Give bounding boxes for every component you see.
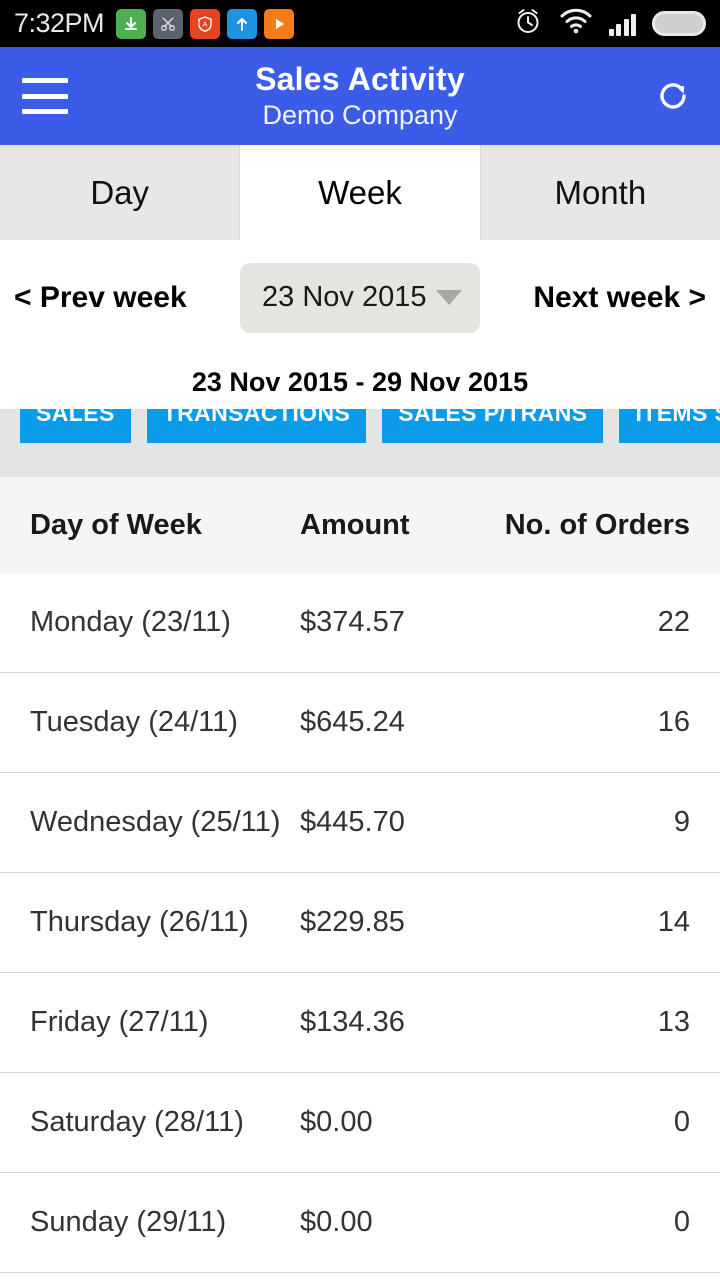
metric-chip-items-sold[interactable]: ITEMS SOLD <box>619 409 720 443</box>
period-tabs: Day Week Month <box>0 145 720 240</box>
cell-amount: $134.36 <box>300 1006 405 1038</box>
cell-orders: 13 <box>657 1006 690 1038</box>
table-row[interactable]: Tuesday (24/11) $645.24 16 <box>0 673 720 773</box>
cell-amount: $645.24 <box>300 706 405 738</box>
metric-chip-sales-per-trans[interactable]: SALES P/TRANS <box>382 409 604 443</box>
scissors-icon <box>153 8 184 39</box>
cell-orders: 22 <box>657 606 690 638</box>
cell-orders: 0 <box>673 1106 690 1138</box>
wifi-icon <box>559 8 593 39</box>
sales-table: Day of Week Amount No. of Orders Monday … <box>0 477 720 1273</box>
metric-chips-bar: SALES TRANSACTIONS SALES P/TRANS ITEMS S… <box>0 409 720 477</box>
play-icon <box>264 8 295 39</box>
chevron-down-icon <box>436 290 463 305</box>
page-title: Sales Activity <box>255 61 465 98</box>
signal-icon <box>608 12 636 36</box>
svg-text:A: A <box>203 21 208 28</box>
date-select-value: 23 Nov 2015 <box>262 281 427 313</box>
cell-amount: $374.57 <box>300 606 405 638</box>
cell-amount: $0.00 <box>300 1206 373 1238</box>
metric-chip-transactions[interactable]: TRANSACTIONS <box>146 409 367 443</box>
column-header-amount: Amount <box>300 508 410 541</box>
table-row[interactable]: Sunday (29/11) $0.00 0 <box>0 1173 720 1273</box>
cell-day: Friday (27/11) <box>30 1006 209 1038</box>
table-row[interactable]: Thursday (26/11) $229.85 14 <box>0 873 720 973</box>
date-range-label: 23 Nov 2015 - 29 Nov 2015 <box>0 355 720 409</box>
cell-day: Sunday (29/11) <box>30 1206 227 1238</box>
hamburger-icon[interactable] <box>22 78 68 114</box>
refresh-icon[interactable] <box>648 71 698 121</box>
tab-month[interactable]: Month <box>480 145 720 240</box>
cell-amount: $0.00 <box>300 1106 373 1138</box>
cell-day: Wednesday (25/11) <box>30 806 281 838</box>
cell-day: Thursday (26/11) <box>30 906 249 938</box>
cell-day: Saturday (28/11) <box>30 1106 244 1138</box>
table-header-row: Day of Week Amount No. of Orders <box>0 477 720 573</box>
metric-chip-sales[interactable]: SALES <box>20 409 131 443</box>
status-notification-icons: A <box>116 8 295 39</box>
table-row[interactable]: Wednesday (25/11) $445.70 9 <box>0 773 720 873</box>
status-system-icons <box>513 0 706 47</box>
battery-icon <box>652 11 706 36</box>
download-icon <box>116 8 147 39</box>
cell-orders: 0 <box>673 1206 690 1238</box>
upload-icon <box>227 8 258 39</box>
status-time: 7:32PM <box>14 8 105 38</box>
app-title-block: Sales Activity Demo Company <box>255 61 465 130</box>
date-navigation: < Prev week 23 Nov 2015 Next week > <box>0 240 720 355</box>
cell-orders: 16 <box>657 706 690 738</box>
prev-week-button[interactable]: < Prev week <box>14 281 187 315</box>
column-header-day: Day of Week <box>30 508 202 541</box>
metric-chips-row: SALES TRANSACTIONS SALES P/TRANS ITEMS S… <box>0 409 720 443</box>
company-subtitle: Demo Company <box>262 99 458 130</box>
alarm-icon <box>513 6 543 41</box>
tab-week[interactable]: Week <box>240 145 481 240</box>
status-bar: 7:32PM A <box>0 0 720 47</box>
date-select[interactable]: 23 Nov 2015 <box>240 262 481 333</box>
cell-orders: 9 <box>673 806 690 838</box>
cell-day: Monday (23/11) <box>30 606 231 638</box>
cell-day: Tuesday (24/11) <box>30 706 238 738</box>
cell-amount: $445.70 <box>300 806 405 838</box>
next-week-button[interactable]: Next week > <box>533 281 706 315</box>
table-row[interactable]: Saturday (28/11) $0.00 0 <box>0 1073 720 1173</box>
app-bar: Sales Activity Demo Company <box>0 47 720 145</box>
cell-orders: 14 <box>657 906 690 938</box>
shield-a-icon: A <box>190 8 221 39</box>
table-row[interactable]: Friday (27/11) $134.36 13 <box>0 973 720 1073</box>
tab-day[interactable]: Day <box>0 145 241 240</box>
column-header-orders: No. of Orders <box>504 508 690 541</box>
cell-amount: $229.85 <box>300 906 405 938</box>
table-row[interactable]: Monday (23/11) $374.57 22 <box>0 573 720 673</box>
